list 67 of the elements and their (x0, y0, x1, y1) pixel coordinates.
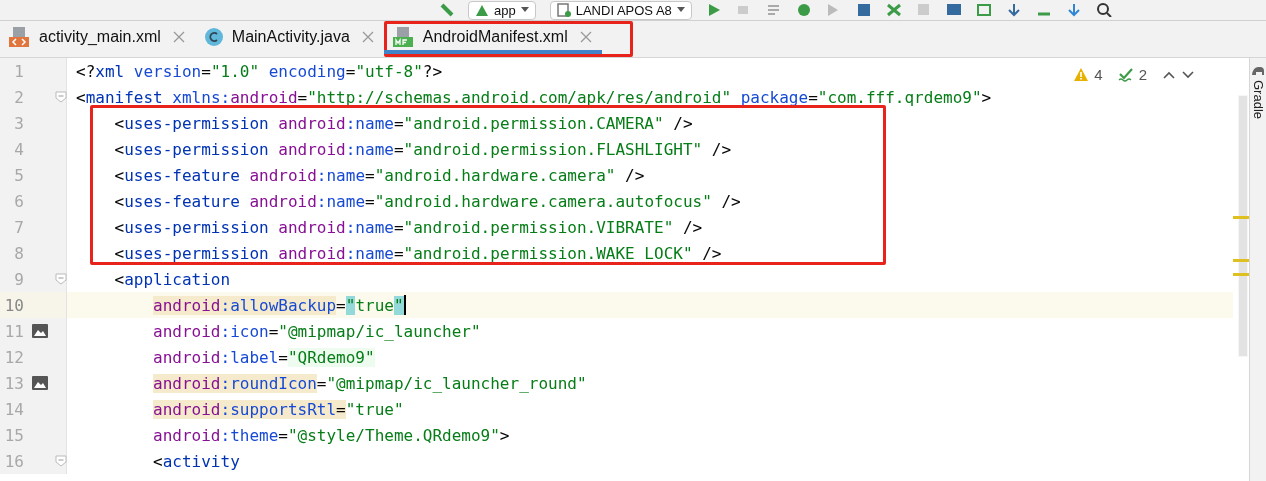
code-line: android:label="QRdemo9" (152, 346, 375, 369)
line-number: 5 (13, 165, 24, 185)
line-number: 16 (3, 451, 24, 471)
code-line: android:icon="@mipmap/ic_launcher" (152, 320, 481, 343)
line-number: 13 (3, 373, 24, 393)
file-tab[interactable]: activity_main.xml (0, 21, 195, 57)
line-number: 7 (13, 217, 24, 237)
code-line: <uses-feature android:name="android.hardware.camera.autofocus" /> (113, 190, 741, 213)
scrollbar-thumb[interactable] (1238, 95, 1248, 357)
manifest-file-icon (392, 26, 415, 48)
warning-marker[interactable] (1233, 273, 1249, 276)
android-icon (475, 3, 489, 17)
line-number: 12 (3, 347, 24, 367)
code-line: <application (113, 268, 231, 291)
warning-marker[interactable] (1233, 259, 1249, 262)
file-tab[interactable]: MainActivity.java (194, 21, 384, 57)
code-line: <activity (152, 450, 240, 473)
fold-icon[interactable] (55, 455, 67, 467)
chevron-up-icon[interactable] (1162, 69, 1176, 80)
screen-icon[interactable] (975, 3, 992, 17)
close-icon[interactable] (172, 31, 185, 43)
image-icon[interactable] (32, 376, 48, 390)
warning-icon[interactable] (1073, 67, 1090, 82)
warning-marker[interactable] (1233, 216, 1249, 219)
line-number: 2 (13, 87, 24, 107)
list-icon[interactable] (765, 3, 782, 17)
line-number: 9 (13, 269, 24, 289)
code-line: android:allowBackup="true" (152, 294, 406, 317)
typo-count: 2 (1138, 66, 1147, 83)
code-line: <uses-permission android:name="android.permission.WAKE_LOCK" /> (113, 242, 722, 265)
code-line: <uses-feature android:name="android.hardware.camera" /> (113, 164, 645, 187)
gradle-tab[interactable]: Gradle (1250, 80, 1266, 120)
image-icon[interactable] (32, 324, 48, 338)
line-number: 14 (3, 399, 24, 419)
download-icon[interactable] (1005, 3, 1022, 17)
line-number: 10 (3, 295, 24, 315)
code-line: android:supportsRtl="true" (152, 398, 404, 421)
chevron-down-icon[interactable] (1181, 69, 1195, 80)
code-line: <uses-permission android:name="android.permission.CAMERA" /> (113, 112, 693, 135)
caret-icon (676, 7, 685, 13)
arrow-down-icon[interactable] (1065, 3, 1082, 17)
typo-icon[interactable] (1117, 67, 1134, 82)
code-line: <?xml version="1.0" encoding="utf-8"?> (75, 60, 443, 83)
code-line: <uses-permission android:name="android.permission.VIBRATE" /> (113, 216, 703, 239)
line-number: 3 (13, 113, 24, 133)
line-number: 15 (3, 425, 24, 445)
fold-icon[interactable] (55, 273, 67, 285)
close-icon[interactable] (361, 31, 374, 43)
caret-icon (520, 7, 529, 13)
warning-count: 4 (1094, 66, 1103, 83)
code-line: android:theme="@style/Theme.QRdemo9"> (152, 424, 510, 447)
phone-icon (556, 3, 571, 17)
line-number: 11 (3, 321, 24, 341)
code-line: android:roundIcon="@mipmap/ic_launcher_round" (152, 372, 587, 395)
device-dropdown[interactable]: LANDI APOS A8 (549, 0, 692, 20)
code-line: <manifest xmlns:android="http://schemas.android.com/apk/res/android" package="com.fff.qrdemo9"> (75, 86, 992, 109)
line-number: 1 (13, 61, 24, 81)
fold-icon[interactable] (55, 91, 67, 103)
file-tab[interactable]: AndroidManifest.xml (383, 24, 602, 54)
cross-icon[interactable] (885, 3, 902, 17)
config-dropdown[interactable]: app (468, 0, 536, 20)
line-number: 4 (13, 139, 24, 159)
line-number: 6 (13, 191, 24, 211)
search-icon[interactable] (1095, 3, 1112, 17)
line-number: 8 (13, 243, 24, 263)
code-line: <uses-permission android:name="android.permission.FLASHLIGHT" /> (113, 138, 732, 161)
close-icon[interactable] (579, 31, 592, 43)
